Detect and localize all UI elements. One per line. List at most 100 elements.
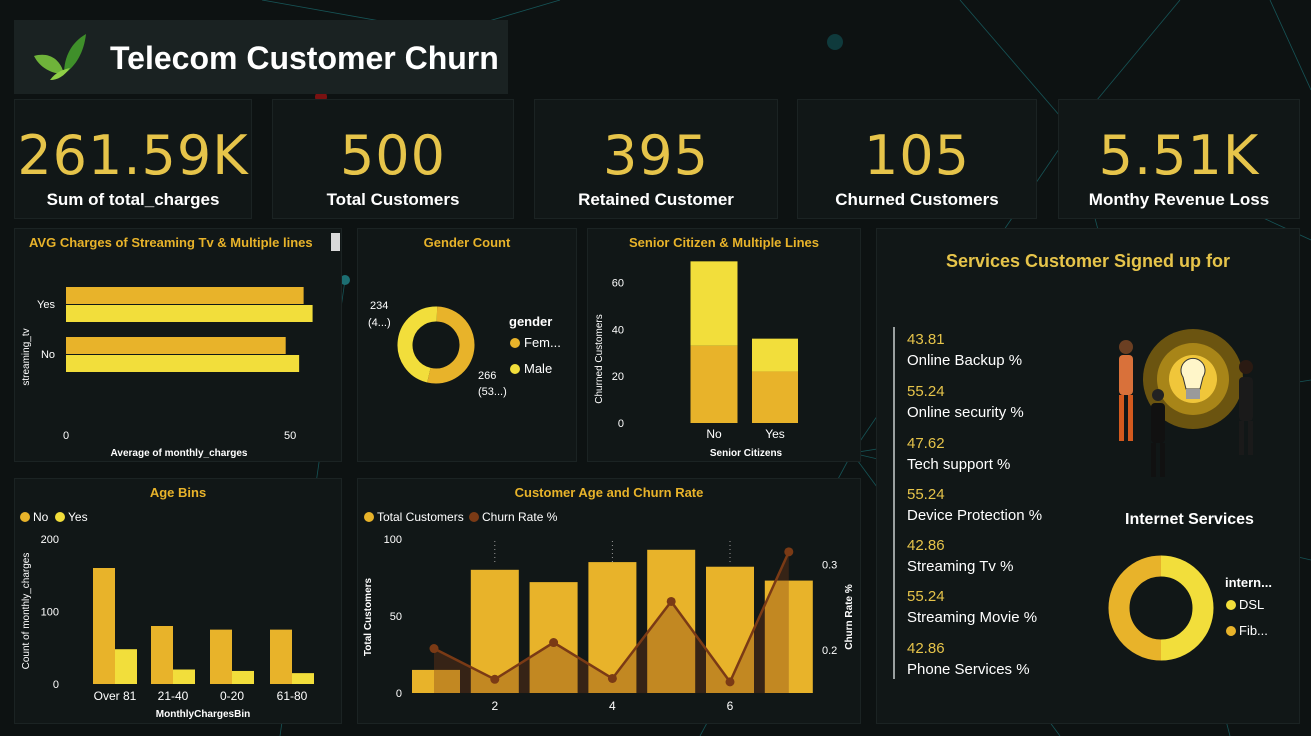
age-churn-panel: Customer Age and Churn Rate Total Custom… (357, 478, 861, 724)
y-tick-label: 0 (618, 418, 624, 430)
kpi-value: 261.59K (17, 124, 249, 187)
x-tick-label: 50 (284, 430, 296, 442)
services-title: Services Customer Signed up for (945, 251, 1231, 271)
category-label: 0-20 (220, 689, 244, 703)
age-churn-chart: Total Customers Churn Rate % Total Custo… (363, 510, 855, 713)
service-name: Phone Services % (907, 661, 1030, 678)
x-tick-label: 2 (491, 699, 498, 713)
kpi-label: Total Customers (326, 190, 460, 209)
dashboard-title: Telecom Customer Churn (110, 40, 499, 76)
service-name: Device Protection % (907, 507, 1043, 524)
bar (66, 305, 313, 322)
category-label: Over 81 (94, 689, 137, 703)
y-tick-label: 50 (390, 611, 402, 623)
legend-label-yes: Yes (68, 510, 88, 524)
donut-slice (427, 306, 475, 384)
bar-segment (752, 338, 798, 372)
service-item: 47.62 Tech support % (907, 435, 1010, 473)
data-label-male-pct: (4...) (368, 317, 391, 329)
bar (270, 629, 292, 684)
y-tick-label: 0 (53, 679, 59, 691)
bar (93, 568, 115, 684)
bar (115, 649, 137, 684)
line-point (666, 596, 676, 606)
y-axis-title: Total Customers (363, 577, 374, 656)
y-tick-label: 100 (384, 534, 402, 546)
donut-slice (1160, 555, 1214, 661)
service-name: Online security % (907, 404, 1024, 421)
legend-swatch-total (364, 512, 374, 522)
y-tick-label: 100 (41, 607, 59, 619)
service-name: Streaming Movie % (907, 609, 1038, 626)
y2-tick-label: 0.3 (822, 560, 837, 572)
service-name: Streaming Tv % (907, 558, 1014, 575)
service-item: 42.86 Phone Services % (907, 640, 1030, 678)
x-axis-title: Senior Citizens (710, 448, 783, 459)
data-label-male-count: 234 (370, 300, 388, 312)
avg-charges-chart: streaming_tv Average of monthly_charges … (21, 287, 313, 459)
service-pct: 43.81 (907, 331, 945, 348)
kpi-label: Churned Customers (835, 190, 999, 209)
y2-axis-title: Churn Rate % (844, 584, 855, 650)
service-item: 55.24 Online security % (907, 383, 1024, 421)
legend-swatch-male (510, 364, 520, 374)
bar-segment (690, 345, 738, 423)
donut-slice (397, 306, 438, 383)
kpi-value: 5.51K (1098, 124, 1260, 187)
service-pct: 55.24 (907, 588, 945, 605)
service-item: 55.24 Device Protection % (907, 486, 1042, 524)
y-axis-title: Churned Customers (594, 314, 605, 403)
category-label: 21-40 (158, 689, 189, 703)
y-axis-title: Count of monthly_charges (21, 553, 32, 670)
service-pct: 55.24 (907, 383, 945, 400)
legend-title: gender (509, 314, 552, 329)
line-point (490, 674, 500, 684)
legend-label-male: Male (524, 361, 552, 376)
category-label: Yes (765, 427, 785, 441)
x-axis-title: MonthlyChargesBin (156, 709, 250, 720)
legend-swatch-no (20, 512, 30, 522)
bar (66, 287, 304, 304)
line-point (725, 677, 735, 687)
bar (210, 629, 232, 684)
senior-citizen-panel: Senior Citizen & Multiple Lines Churned … (587, 228, 861, 462)
line-point (429, 644, 439, 654)
legend-label-dsl: DSL (1239, 597, 1264, 612)
legend-label-total: Total Customers (377, 510, 464, 524)
category-label: No (706, 427, 722, 441)
title-bar: Telecom Customer Churn (14, 20, 508, 94)
gender-count-panel: Gender Count gender Fem... Male 234 (4..… (357, 228, 577, 462)
leaf-bird-logo-icon (34, 34, 86, 80)
legend-swatch-churn (469, 512, 479, 522)
y2-tick-label: 0.2 (822, 645, 837, 657)
kpi-label: Sum of total_charges (46, 190, 220, 209)
y-tick-label: 20 (612, 371, 624, 383)
age-bins-chart: No Yes Count of monthly_charges MonthlyC… (20, 510, 314, 720)
kpi-retained-customer: 395 Retained Customer (534, 99, 778, 219)
avg-charges-panel: AVG Charges of Streaming Tv & Multiple l… (14, 228, 342, 462)
service-item: 55.24 Streaming Movie % (907, 588, 1037, 626)
legend-swatch-fiber (1226, 626, 1236, 636)
x-tick-label: 6 (727, 699, 734, 713)
x-axis-title: Average of monthly_charges (111, 448, 248, 459)
kpi-total-customers: 500 Total Customers (272, 99, 514, 219)
legend-label-fiber: Fib... (1239, 623, 1268, 638)
service-pct: 42.86 (907, 640, 945, 657)
senior-citizen-chart: Churned Customers Senior Citizens 0 20 40 6… (594, 261, 798, 459)
legend-swatch-dsl (1226, 600, 1236, 610)
y-tick-label: 60 (612, 277, 624, 289)
services-panel: Services Customer Signed up for 43.81 On… (876, 228, 1300, 724)
data-label-female-pct: (53...) (478, 386, 507, 398)
kpi-total-charges: 261.59K Sum of total_charges (14, 99, 252, 219)
service-item: 42.86 Streaming Tv % (907, 537, 1013, 575)
bar (292, 673, 314, 684)
service-pct: 42.86 (907, 537, 945, 554)
bar (151, 626, 173, 684)
category-label: 61-80 (277, 689, 308, 703)
y-axis-title: streaming_tv (21, 328, 32, 385)
data-label-female-count: 266 (478, 370, 496, 382)
age-bins-panel: Age Bins No Yes Count of monthly_charges… (14, 478, 342, 724)
lightbulb-business-people-illustration-icon (1119, 329, 1253, 477)
legend-label-female: Fem... (524, 335, 561, 350)
service-name: Online Backup % (907, 352, 1023, 369)
